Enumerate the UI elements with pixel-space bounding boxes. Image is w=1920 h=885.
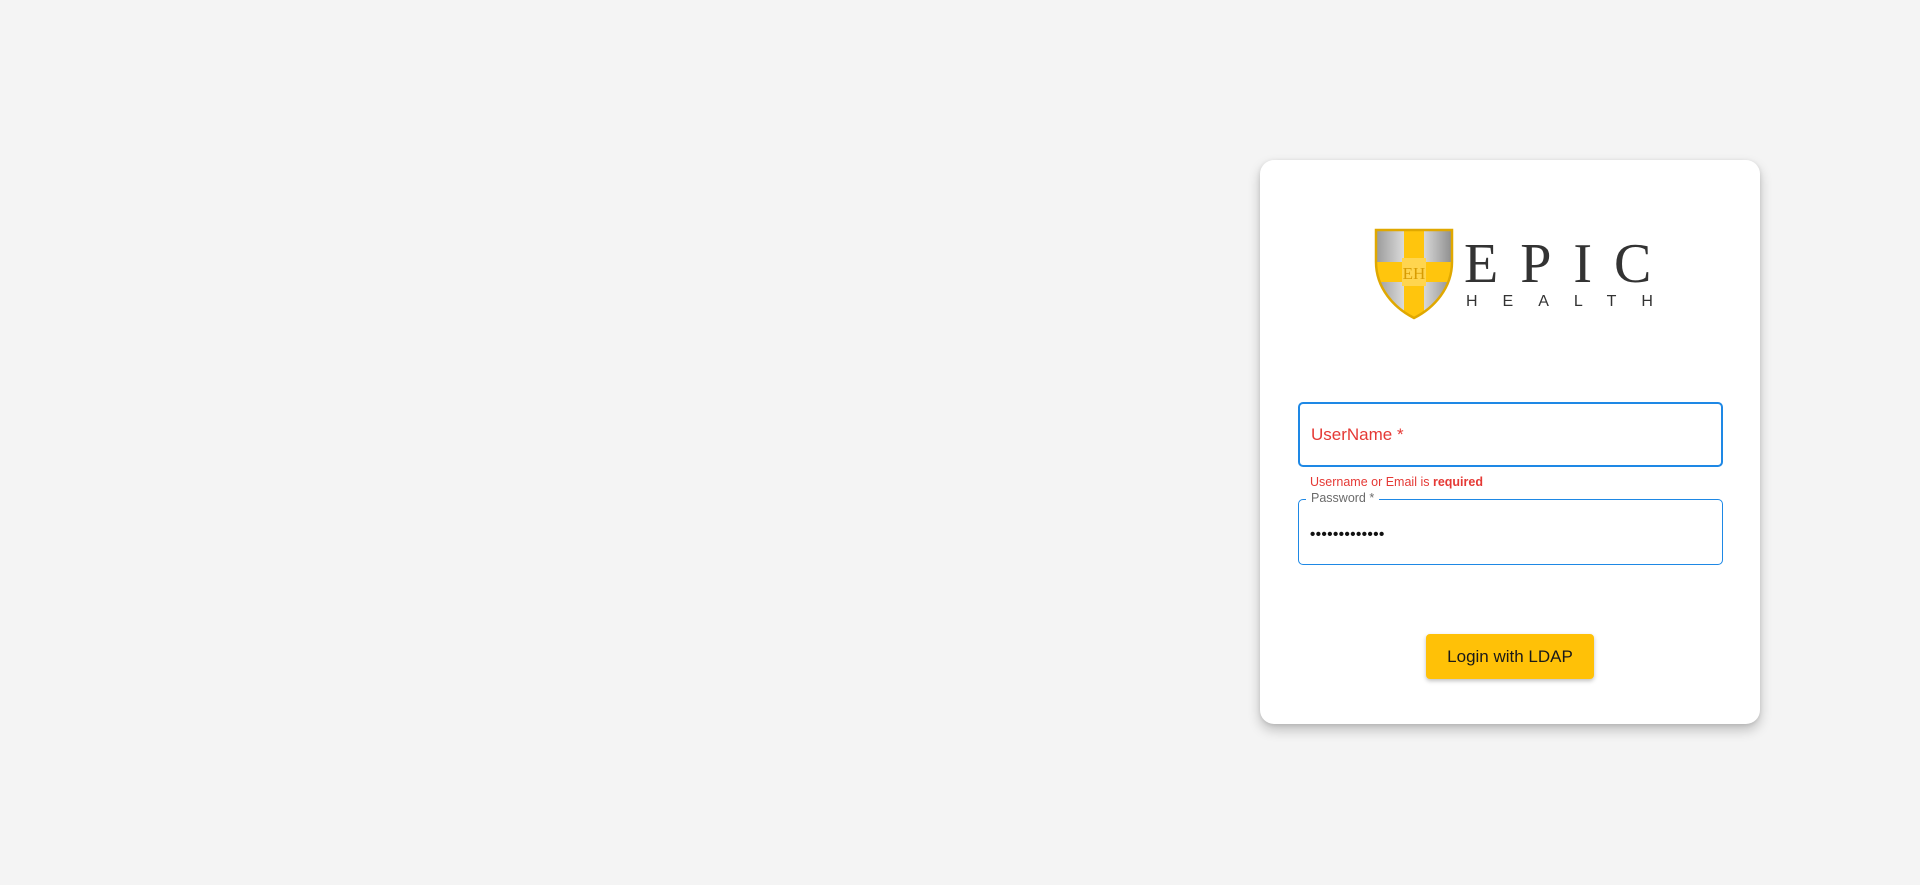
username-field[interactable]: UserName * [1298, 402, 1723, 467]
login-ldap-button[interactable]: Login with LDAP [1426, 634, 1594, 679]
username-label: UserName * [1311, 425, 1404, 444]
password-value: ••••••••••••• [1310, 526, 1385, 543]
brand-name: EPIC [1464, 233, 1662, 295]
username-error-emphasis: required [1432, 475, 1483, 489]
shield-initials: EH [1403, 264, 1426, 283]
username-error-prefix: Username or Email is [1310, 475, 1433, 489]
epic-health-logo: EH EPIC HEALTH [1372, 226, 1662, 322]
password-field[interactable]: Password * ••••••••••••• [1298, 491, 1723, 565]
logo-graphic: EH EPIC HEALTH [1374, 228, 1662, 320]
password-label: Password * [1306, 491, 1380, 505]
brand-subtitle: HEALTH [1466, 293, 1662, 310]
shield-icon: EH [1374, 228, 1454, 320]
login-card: EH EPIC HEALTH UserName * Username or Em… [1260, 160, 1760, 724]
username-error-message: Username or Email is required [1310, 475, 1483, 489]
